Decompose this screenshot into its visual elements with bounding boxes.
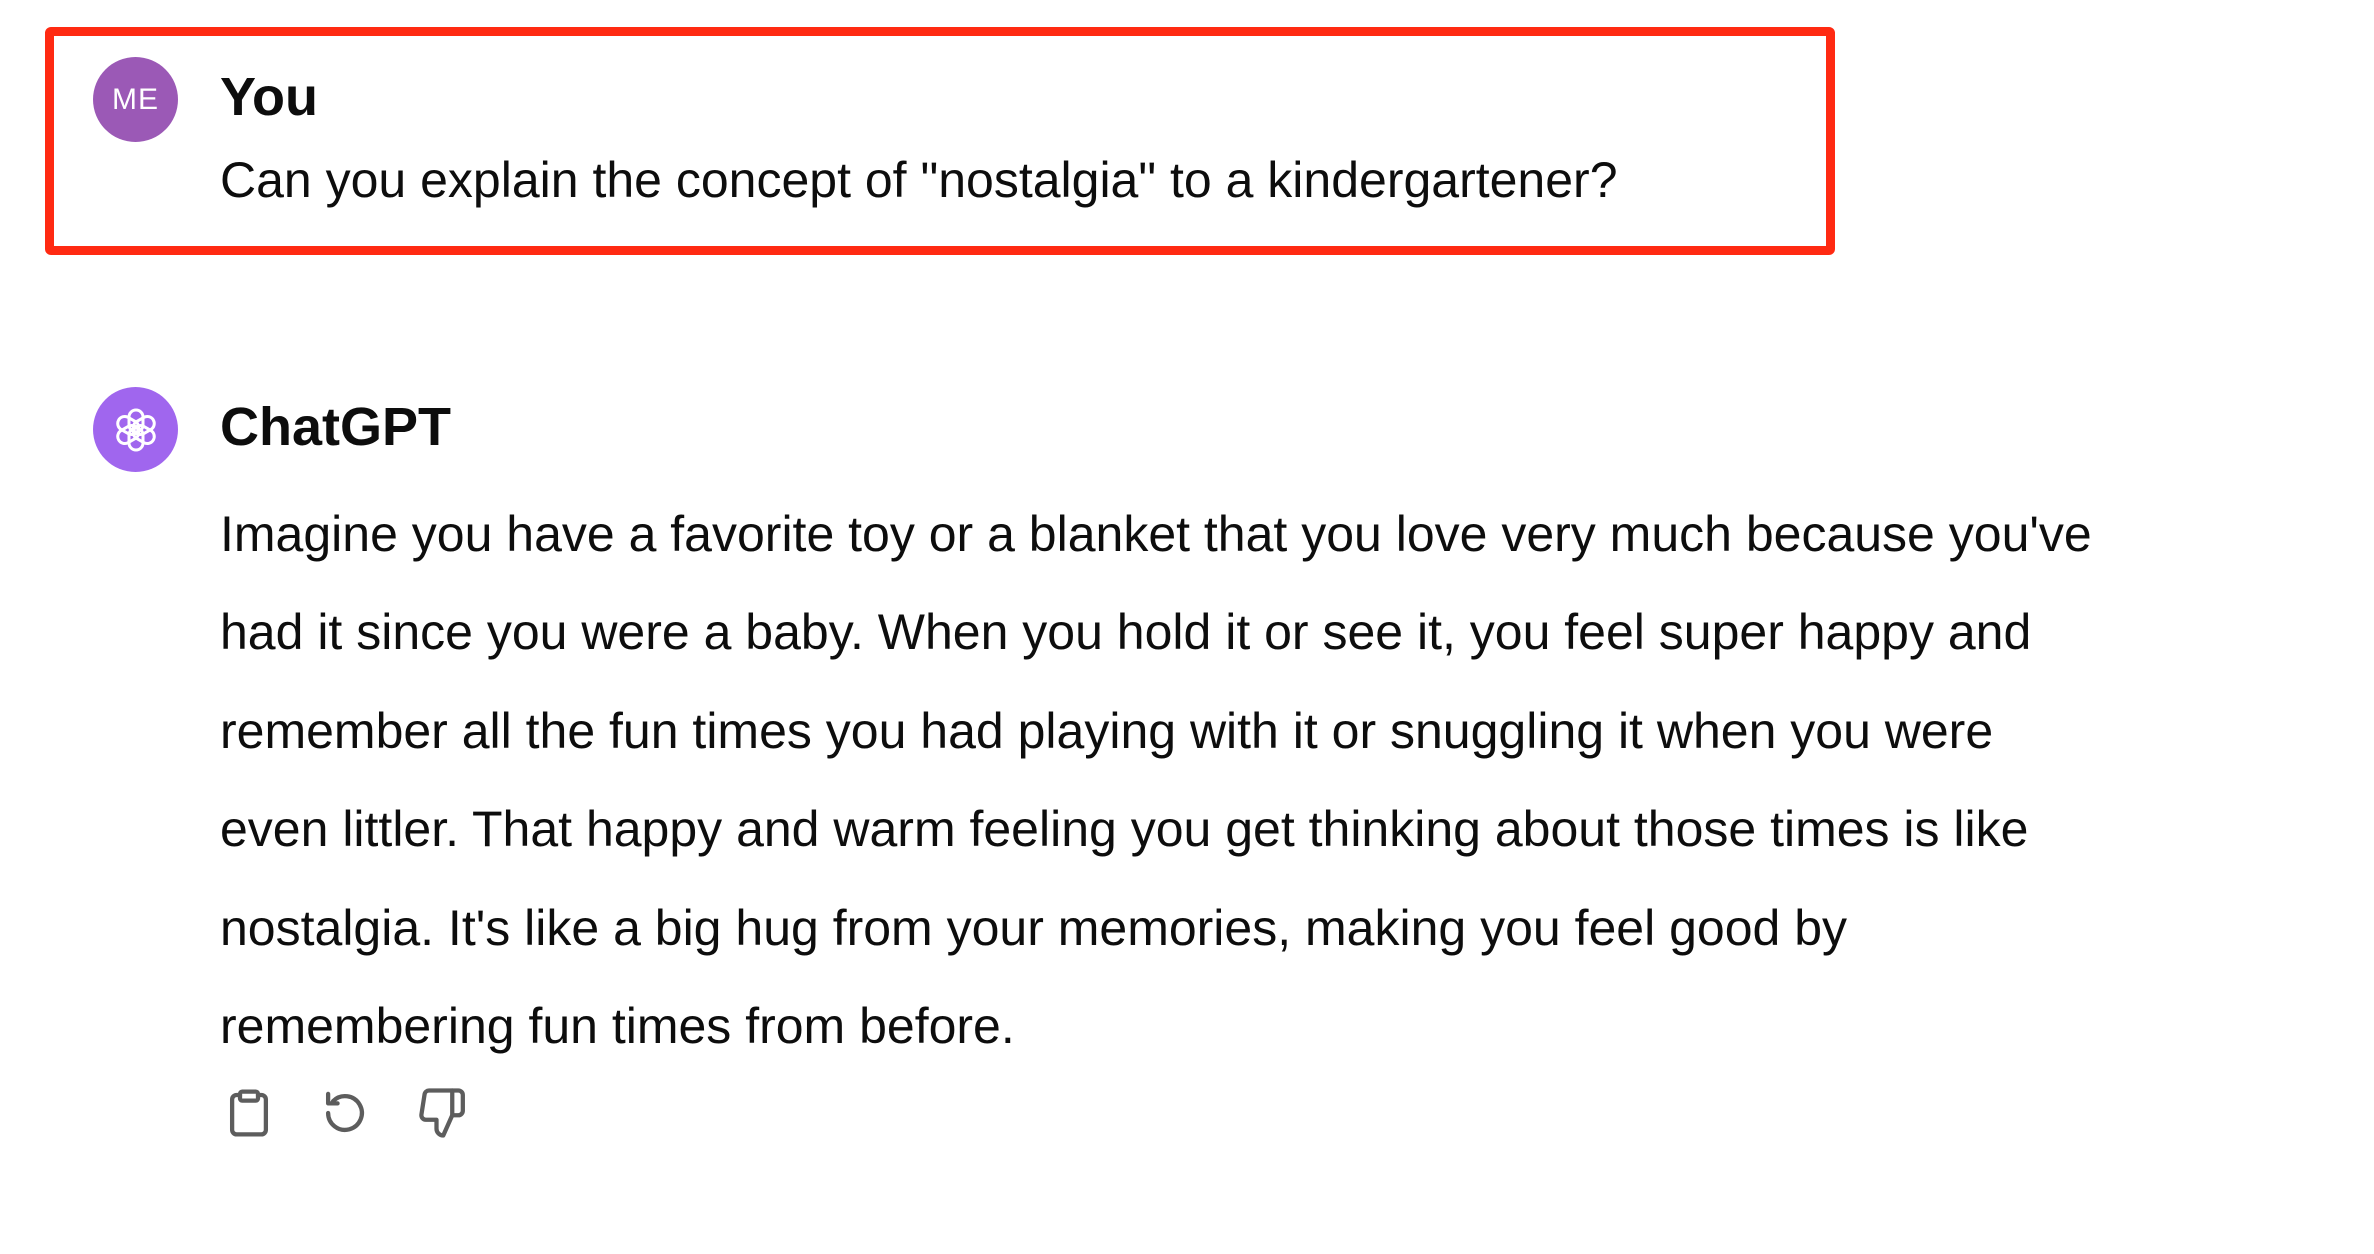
assistant-message-line: nostalgia. It's like a big hug from your… bbox=[220, 899, 1848, 956]
regenerate-icon bbox=[325, 1091, 365, 1133]
clipboard-icon bbox=[229, 1089, 269, 1137]
openai-logo-icon bbox=[115, 408, 156, 451]
message-action-bar bbox=[222, 1083, 468, 1143]
assistant-author-name: ChatGPT bbox=[220, 397, 452, 457]
assistant-message-line: Imagine you have a favorite toy or a bla… bbox=[220, 506, 2092, 562]
assistant-message-line: remembering fun times from before. bbox=[220, 998, 1015, 1055]
assistant-avatar bbox=[93, 387, 178, 472]
thumbs-down-button[interactable] bbox=[414, 1083, 468, 1143]
assistant-message-line: remember all the fun times you had playi… bbox=[220, 702, 1994, 759]
user-avatar: ME bbox=[93, 57, 178, 142]
user-message-highlight bbox=[45, 27, 1835, 255]
copy-button[interactable] bbox=[222, 1083, 276, 1143]
regenerate-button[interactable] bbox=[318, 1083, 372, 1143]
assistant-message-text: Imagine you have a favorite toy or a bla… bbox=[220, 485, 2320, 1075]
user-message-text: Can you explain the concept of "nostalgi… bbox=[220, 152, 1618, 208]
assistant-message-line: had it since you were a baby. When you h… bbox=[220, 604, 2032, 661]
user-author-name: You bbox=[220, 67, 318, 127]
user-avatar-initials: ME bbox=[112, 82, 159, 116]
thumbs-down-icon bbox=[419, 1088, 465, 1138]
assistant-message-line: even littler. That happy and warm feelin… bbox=[220, 801, 2029, 858]
